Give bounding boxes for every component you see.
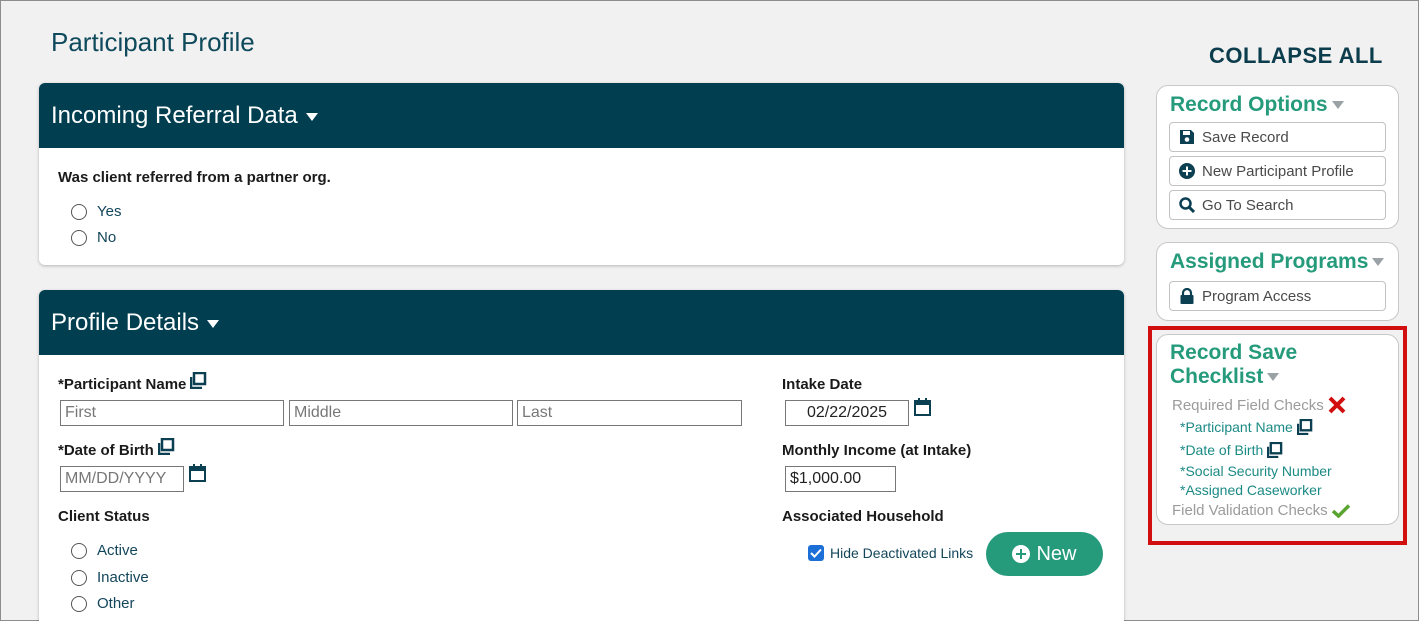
assigned-programs-panel: Assigned Programs Program Access [1156, 242, 1399, 321]
status-option-other[interactable]: Other [71, 595, 135, 612]
monthly-income-input[interactable] [785, 466, 896, 492]
program-access-button[interactable]: Program Access [1169, 281, 1386, 311]
referral-card: Incoming Referral Data Was client referr… [39, 83, 1124, 265]
save-icon [1180, 130, 1194, 144]
status-option-active[interactable]: Active [71, 542, 138, 559]
profile-details-header[interactable]: Profile Details [39, 290, 1124, 355]
go-to-search-button[interactable]: Go To Search [1169, 190, 1386, 220]
page-title: Participant Profile [51, 27, 255, 57]
referral-header-title: Incoming Referral Data [51, 101, 298, 129]
record-options-panel: Record Options Save Record New Participa… [1156, 85, 1399, 229]
referral-option-yes[interactable]: Yes [71, 203, 121, 220]
new-participant-profile-label: New Participant Profile [1202, 162, 1354, 180]
first-name-input[interactable] [60, 400, 284, 426]
participant-name-label-text: *Participant Name [58, 376, 187, 393]
lock-icon [1180, 288, 1194, 304]
assigned-programs-title[interactable]: Assigned Programs [1170, 250, 1385, 274]
client-status-label: Client Status [58, 508, 150, 525]
plus-circle-icon [1012, 545, 1031, 563]
record-options-title[interactable]: Record Options [1170, 93, 1344, 117]
save-record-label: Save Record [1202, 128, 1289, 146]
last-name-input[interactable] [517, 400, 742, 426]
dob-label: *Date of Birth [58, 437, 175, 461]
search-icon [1179, 197, 1195, 213]
plus-circle-icon [1179, 163, 1195, 179]
calendar-icon[interactable] [914, 398, 931, 421]
caret-down-icon [1331, 101, 1344, 109]
external-link-icon[interactable] [190, 371, 207, 393]
radio-button[interactable] [71, 595, 87, 612]
new-button-label: New [1036, 542, 1077, 565]
hide-deactivated-label: Hide Deactivated Links [830, 545, 974, 561]
caret-down-icon [1372, 258, 1385, 266]
save-record-button[interactable]: Save Record [1169, 122, 1386, 152]
profile-details-card: Profile Details *Participant Name *Date … [39, 290, 1124, 621]
radio-label: Yes [97, 203, 122, 220]
radio-label: No [97, 229, 117, 246]
profile-details-title: Profile Details [51, 308, 200, 336]
radio-label: Other [97, 595, 135, 612]
intake-date-input[interactable] [785, 400, 909, 426]
radio-label: Inactive [97, 569, 149, 586]
middle-name-input[interactable] [289, 400, 513, 426]
external-link-icon[interactable] [157, 437, 175, 459]
caret-down-icon [207, 319, 220, 328]
collapse-all-button[interactable]: COLLAPSE ALL [1209, 43, 1383, 69]
participant-name-label: *Participant Name [58, 371, 207, 395]
referral-header[interactable]: Incoming Referral Data [39, 83, 1124, 148]
new-participant-profile-button[interactable]: New Participant Profile [1169, 156, 1386, 186]
new-household-button[interactable]: New [986, 532, 1103, 576]
program-access-label: Program Access [1202, 287, 1312, 305]
dob-label-text: *Date of Birth [58, 442, 154, 459]
household-label: Associated Household [782, 508, 944, 525]
calendar-icon[interactable] [189, 464, 206, 487]
record-options-title-text: Record Options [1170, 93, 1328, 116]
intake-date-label: Intake Date [782, 376, 863, 393]
referral-question: Was client referred from a partner org. [58, 169, 331, 186]
go-to-search-label: Go To Search [1202, 196, 1294, 214]
radio-button[interactable] [71, 229, 87, 246]
radio-button[interactable] [71, 203, 87, 220]
assigned-programs-title-text: Assigned Programs [1170, 250, 1369, 273]
hide-deactivated-checkbox-row[interactable]: Hide Deactivated Links [808, 545, 973, 561]
radio-button[interactable] [71, 542, 87, 559]
checkbox-checked-icon[interactable] [808, 545, 824, 561]
dob-input[interactable] [60, 466, 184, 492]
highlight-box [1148, 326, 1407, 545]
radio-button[interactable] [71, 569, 87, 586]
status-option-inactive[interactable]: Inactive [71, 569, 149, 586]
monthly-income-label: Monthly Income (at Intake) [782, 442, 972, 459]
referral-option-no[interactable]: No [71, 229, 116, 246]
caret-down-icon [305, 112, 318, 121]
radio-label: Active [97, 542, 138, 559]
